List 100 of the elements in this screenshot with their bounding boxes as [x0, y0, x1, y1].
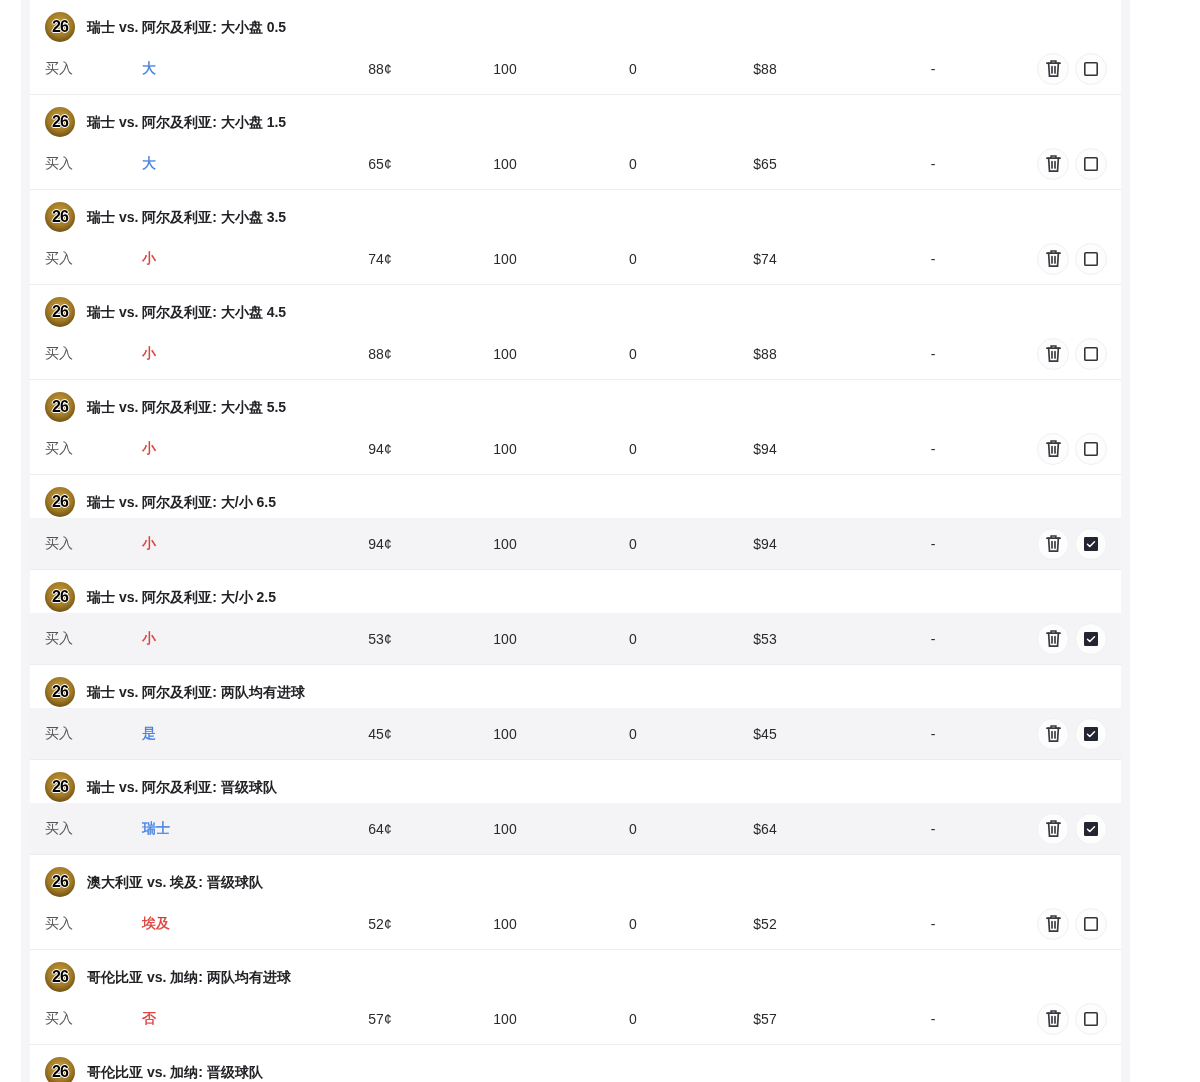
delete-button[interactable] — [1037, 242, 1069, 275]
side-text: 买入 — [45, 724, 73, 743]
delete-button[interactable] — [1037, 52, 1069, 85]
event-badge: 26 — [45, 867, 75, 897]
price-text: 64¢ — [368, 820, 392, 837]
quantity-text: 100 — [493, 440, 517, 457]
value-text: 0 — [629, 725, 637, 742]
row-checkbox[interactable] — [1075, 337, 1107, 370]
amount-text: $45 — [753, 725, 777, 742]
outcome-text: 小 — [142, 534, 156, 553]
price-text: 65¢ — [368, 155, 392, 172]
price-text: 57¢ — [368, 1010, 392, 1027]
delete-button[interactable] — [1037, 907, 1069, 940]
event-badge: 26 — [45, 12, 75, 42]
price-text: 88¢ — [368, 345, 392, 362]
trash-icon — [1045, 725, 1061, 742]
row-checkbox[interactable] — [1075, 52, 1107, 85]
outcome-text: 是 — [142, 724, 156, 743]
side-text: 买入 — [45, 1009, 73, 1028]
market-title: 瑞士 vs. 阿尔及利亚: 大/小 2.5 — [87, 588, 277, 607]
value-text: 0 — [629, 155, 637, 172]
quantity-text: 100 — [493, 630, 517, 647]
market-title: 哥伦比亚 vs. 加纳: 晋级球队 — [87, 1063, 263, 1082]
dash-text: - — [930, 820, 936, 837]
dash-text: - — [930, 1010, 936, 1027]
amount-text: $52 — [753, 915, 777, 932]
row-checkbox[interactable] — [1075, 242, 1107, 275]
market-title: 瑞士 vs. 阿尔及利亚: 大/小 6.5 — [87, 493, 277, 512]
side-text: 买入 — [45, 154, 73, 173]
market-title: 瑞士 vs. 阿尔及利亚: 大小盘 1.5 — [87, 113, 287, 132]
value-text: 0 — [629, 250, 637, 267]
quantity-text: 100 — [493, 915, 517, 932]
amount-text: $57 — [753, 1010, 777, 1027]
row-checkbox[interactable] — [1075, 147, 1107, 180]
event-badge: 26 — [45, 392, 75, 422]
value-text: 0 — [629, 1010, 637, 1027]
amount-text: $88 — [753, 60, 777, 77]
row-checkbox[interactable] — [1075, 1002, 1107, 1035]
trash-icon — [1045, 820, 1061, 837]
value-text: 0 — [629, 535, 637, 552]
outcome-text: 大 — [142, 154, 156, 173]
side-text: 买入 — [45, 914, 73, 933]
quantity-text: 100 — [493, 60, 517, 77]
quantity-text: 100 — [493, 155, 517, 172]
quantity-text: 100 — [493, 250, 517, 267]
amount-text: $65 — [753, 155, 777, 172]
dash-text: - — [930, 630, 936, 647]
price-text: 74¢ — [368, 250, 392, 267]
trash-icon — [1045, 915, 1061, 932]
row-checkbox[interactable] — [1075, 432, 1107, 465]
dash-text: - — [930, 60, 936, 77]
amount-text: $94 — [753, 535, 777, 552]
event-badge: 26 — [45, 772, 75, 802]
market-title: 瑞士 vs. 阿尔及利亚: 大小盘 4.5 — [87, 303, 287, 322]
event-badge: 26 — [45, 1057, 75, 1082]
outcome-text: 否 — [142, 1009, 156, 1028]
price-text: 88¢ — [368, 60, 392, 77]
trash-icon — [1045, 535, 1061, 552]
row-checkbox[interactable] — [1075, 907, 1107, 940]
delete-button[interactable] — [1037, 337, 1069, 370]
market-title: 瑞士 vs. 阿尔及利亚: 晋级球队 — [87, 778, 277, 797]
value-text: 0 — [629, 60, 637, 77]
market-title: 瑞士 vs. 阿尔及利亚: 两队均有进球 — [87, 683, 305, 702]
outcome-text: 瑞士 — [142, 819, 170, 838]
value-text: 0 — [629, 345, 637, 362]
market-title: 澳大利亚 vs. 埃及: 晋级球队 — [87, 873, 263, 892]
side-text: 买入 — [45, 534, 73, 553]
event-badge: 26 — [45, 202, 75, 232]
market-title: 瑞士 vs. 阿尔及利亚: 大小盘 5.5 — [87, 398, 287, 417]
event-badge: 26 — [45, 677, 75, 707]
trash-icon — [1045, 1010, 1061, 1027]
delete-button[interactable] — [1037, 432, 1069, 465]
amount-text: $64 — [753, 820, 777, 837]
quantity-text: 100 — [493, 1010, 517, 1027]
amount-text: $53 — [753, 630, 777, 647]
market-title: 瑞士 vs. 阿尔及利亚: 大小盘 3.5 — [87, 208, 287, 227]
side-text: 买入 — [45, 819, 73, 838]
outcome-text: 小 — [142, 344, 156, 363]
dash-text: - — [930, 725, 936, 742]
dash-text: - — [930, 345, 936, 362]
amount-text: $94 — [753, 440, 777, 457]
event-badge: 26 — [45, 297, 75, 327]
price-text: 45¢ — [368, 725, 392, 742]
value-text: 0 — [629, 440, 637, 457]
event-badge: 26 — [45, 487, 75, 517]
trash-icon — [1045, 250, 1061, 267]
outcome-text: 小 — [142, 439, 156, 458]
dash-text: - — [930, 440, 936, 457]
side-text: 买入 — [45, 439, 73, 458]
delete-button[interactable] — [1037, 1002, 1069, 1035]
amount-text: $88 — [753, 345, 777, 362]
side-text: 买入 — [45, 249, 73, 268]
price-text: 53¢ — [368, 630, 392, 647]
delete-button[interactable] — [1037, 147, 1069, 180]
dash-text: - — [930, 535, 936, 552]
event-badge: 26 — [45, 962, 75, 992]
price-text: 94¢ — [368, 535, 392, 552]
dash-text: - — [930, 155, 936, 172]
quantity-text: 100 — [493, 535, 517, 552]
event-badge: 26 — [45, 582, 75, 612]
